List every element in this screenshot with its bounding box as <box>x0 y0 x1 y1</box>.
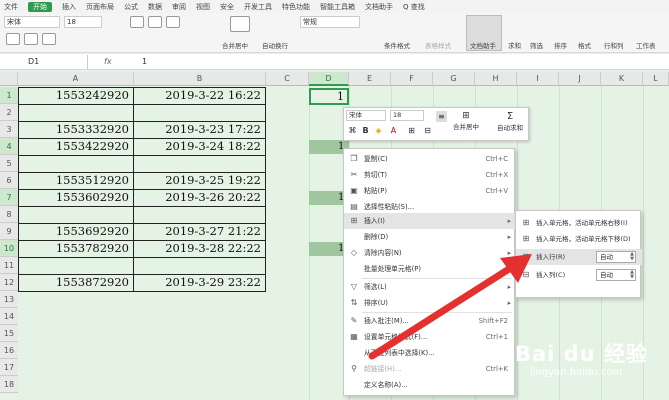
watermark-logo: Bai du 经验 <box>515 342 648 366</box>
watermark-url: jingyan.baidu.com <box>530 367 623 378</box>
